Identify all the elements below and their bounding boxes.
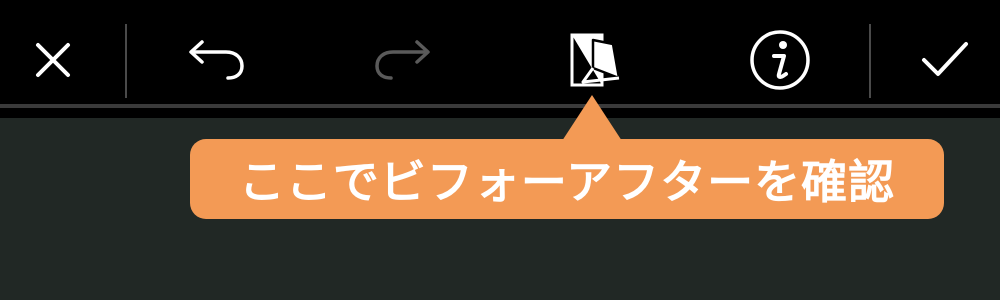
redo-button[interactable] bbox=[368, 22, 438, 98]
undo-icon bbox=[189, 40, 244, 80]
tooltip: ここでビフォーアフターを確認 bbox=[190, 139, 944, 219]
info-icon bbox=[750, 30, 810, 90]
tooltip-text: ここでビフォーアフターを確認 bbox=[238, 155, 896, 209]
confirm-button[interactable] bbox=[910, 22, 980, 98]
toolbar bbox=[0, 0, 1000, 118]
close-icon bbox=[36, 43, 70, 77]
compare-icon bbox=[570, 33, 621, 87]
toolbar-bottom-border bbox=[0, 104, 1000, 108]
close-button[interactable] bbox=[18, 22, 88, 98]
checkmark-icon bbox=[922, 42, 968, 76]
info-button[interactable] bbox=[745, 22, 815, 98]
undo-button[interactable] bbox=[181, 22, 251, 98]
toolbar-divider bbox=[125, 24, 127, 98]
redo-icon bbox=[375, 40, 430, 80]
compare-button[interactable] bbox=[558, 22, 628, 98]
tooltip-pointer bbox=[562, 95, 622, 141]
toolbar-divider bbox=[869, 24, 871, 98]
